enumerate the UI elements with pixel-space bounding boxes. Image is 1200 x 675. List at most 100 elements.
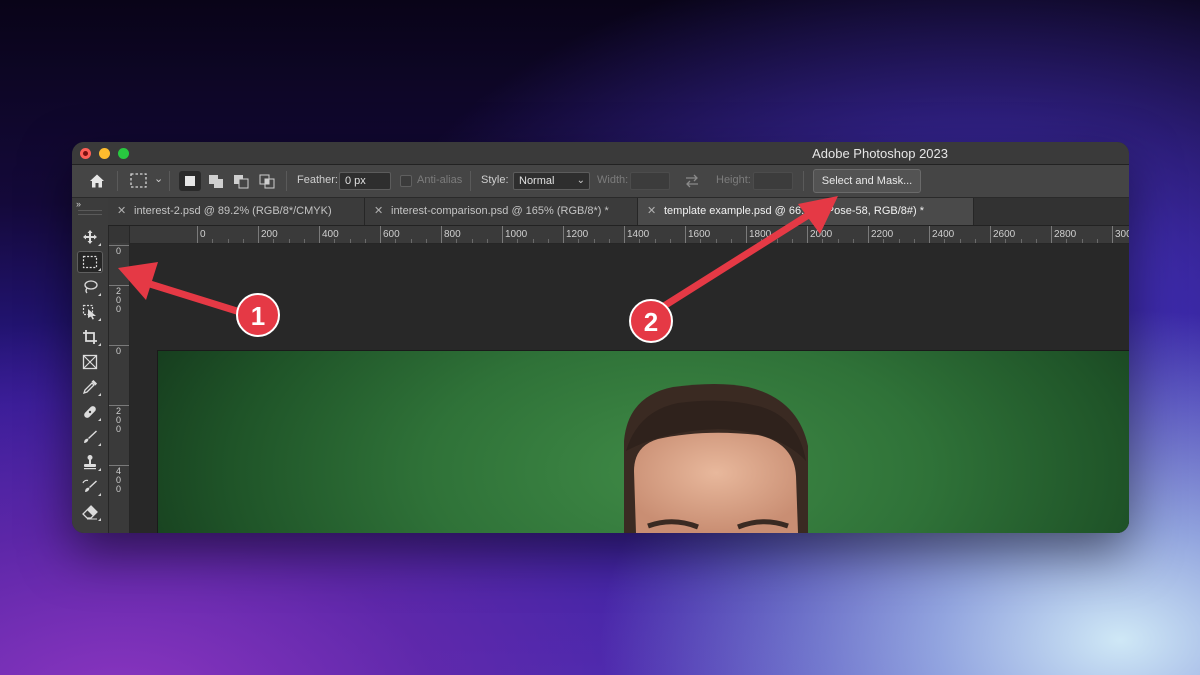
chevron-down-icon[interactable]: ⌄ [154, 172, 163, 185]
ruler-minor-tick [395, 239, 397, 243]
tab-template-example[interactable]: ✕ template example.psd @ 66.7% (Pose-58,… [638, 198, 974, 225]
feather-input[interactable]: 0 px [339, 172, 391, 190]
object-selection-tool-icon [82, 304, 96, 320]
tool-flyout-indicator [98, 343, 101, 346]
close-icon[interactable]: ✕ [117, 198, 126, 225]
tab-label: template example.psd @ 66.7% (Pose-58, R… [664, 205, 925, 217]
ruler-tick-label: 1600 [688, 229, 711, 240]
rectangular-marquee-tool[interactable] [77, 251, 103, 273]
ruler-minor-tick [212, 239, 214, 243]
height-label: Height: [716, 174, 751, 186]
ruler-tick-line [563, 226, 564, 243]
tool-flyout-indicator [98, 468, 101, 471]
ruler-tick-label: 1200 [566, 229, 589, 240]
eraser-tool[interactable] [77, 501, 103, 523]
intersect-selection-icon [259, 174, 275, 189]
swap-width-height-button[interactable] [684, 173, 700, 189]
close-window-button[interactable] [80, 148, 91, 159]
ruler-tick-label: 1800 [749, 229, 772, 240]
ruler-minor-tick [639, 239, 641, 243]
tool-preset-picker[interactable] [127, 171, 151, 191]
new-selection-button[interactable] [179, 171, 201, 191]
subtract-from-selection-button[interactable] [230, 171, 252, 191]
ruler-tick-label: 2400 [932, 229, 955, 240]
object-selection-tool[interactable] [77, 301, 103, 323]
divider [169, 171, 170, 191]
zoom-window-button[interactable] [118, 148, 129, 159]
document-canvas[interactable] [158, 351, 1129, 533]
intersect-selection-button[interactable] [256, 171, 278, 191]
frame-tool[interactable] [77, 351, 103, 373]
tool-flyout-indicator [98, 418, 101, 421]
width-input[interactable] [630, 172, 670, 190]
select-and-mask-button[interactable]: Select and Mask... [813, 169, 921, 193]
width-label: Width: [597, 174, 629, 186]
lasso-tool-icon [84, 280, 98, 294]
eyedropper-tool[interactable] [77, 376, 103, 398]
ruler-minor-tick [593, 239, 595, 243]
ruler-minor-tick [852, 239, 854, 243]
add-to-selection-icon [209, 175, 223, 188]
ruler-minor-tick [761, 239, 763, 243]
close-icon[interactable]: ✕ [374, 198, 383, 225]
chevron-down-icon: ⌄ [576, 175, 585, 186]
ruler-minor-tick [578, 239, 580, 243]
ruler-minor-tick [288, 239, 290, 243]
ruler-tick-label: 600 [383, 229, 400, 240]
ruler-tick-label: 2000 [810, 229, 833, 240]
annotation-number-1: 1 [250, 301, 266, 331]
tool-flyout-indicator [98, 443, 101, 446]
brush-tool[interactable] [77, 426, 103, 448]
home-button[interactable] [86, 171, 108, 191]
ruler-tick-line [502, 226, 503, 243]
vertical-ruler[interactable]: 0 200 0 200 400 [109, 243, 130, 533]
collapse-panel-icon[interactable]: ›› [76, 199, 81, 209]
app-title: Adobe Photoshop 2023 [812, 146, 948, 161]
ruler-minor-tick [913, 239, 915, 243]
style-select-value: Normal [519, 175, 555, 187]
ruler-corner [109, 226, 130, 243]
horizontal-ruler[interactable]: 0 200 400 600 800 1000 1200 1400 1600 1800 2000 220… [109, 226, 1129, 244]
ruler-tick-line [624, 226, 625, 243]
lasso-tool[interactable] [77, 276, 103, 298]
frame-tool-icon [82, 354, 98, 370]
panel-grip[interactable] [78, 210, 102, 215]
minimize-window-button[interactable] [99, 148, 110, 159]
crop-tool[interactable] [77, 326, 103, 348]
ruler-tick-label: 0 [116, 346, 122, 356]
ruler-minor-tick [456, 239, 458, 243]
style-select[interactable]: Normal ⌄ [513, 172, 590, 190]
ruler-tick-label: 2800 [1054, 229, 1077, 240]
annotation-number-2: 2 [643, 307, 659, 337]
tab-interest-2[interactable]: ✕ interest-2.psd @ 89.2% (RGB/8*/CMYK) [108, 198, 365, 225]
ruler-tick-line [258, 226, 259, 243]
ruler-minor-tick [715, 239, 717, 243]
ruler-tick-line [197, 226, 198, 243]
ruler-tick-label: 400 [322, 229, 339, 240]
ruler-tick-line [746, 226, 747, 243]
ruler-minor-tick [349, 239, 351, 243]
ruler-tick-label: 0 [200, 229, 206, 240]
clone-stamp-tool[interactable] [77, 451, 103, 473]
ruler-tick-line [1112, 226, 1113, 243]
eraser-tool-icon [82, 505, 98, 520]
tools-panel: ›› [72, 198, 109, 533]
ruler-tick-line [868, 226, 869, 243]
tab-interest-comparison[interactable]: ✕ interest-comparison.psd @ 165% (RGB/8*… [365, 198, 638, 225]
anti-alias-checkbox[interactable] [400, 175, 412, 187]
move-tool[interactable] [77, 226, 103, 248]
close-icon[interactable]: ✕ [647, 198, 656, 225]
ruler-minor-tick [883, 239, 885, 243]
history-brush-tool[interactable] [77, 476, 103, 498]
anti-alias-label: Anti-alias [417, 174, 463, 186]
add-to-selection-button[interactable] [205, 171, 227, 191]
tab-label: interest-comparison.psd @ 165% (RGB/8*) … [391, 205, 609, 217]
height-input[interactable] [753, 172, 793, 190]
spot-healing-brush-tool[interactable] [77, 401, 103, 423]
ruler-minor-tick [1066, 239, 1068, 243]
ruler-minor-tick [1081, 239, 1083, 243]
style-label: Style: [481, 174, 509, 186]
ruler-minor-tick [410, 239, 412, 243]
tool-flyout-indicator [98, 518, 101, 521]
eyedropper-tool-icon [82, 380, 97, 395]
